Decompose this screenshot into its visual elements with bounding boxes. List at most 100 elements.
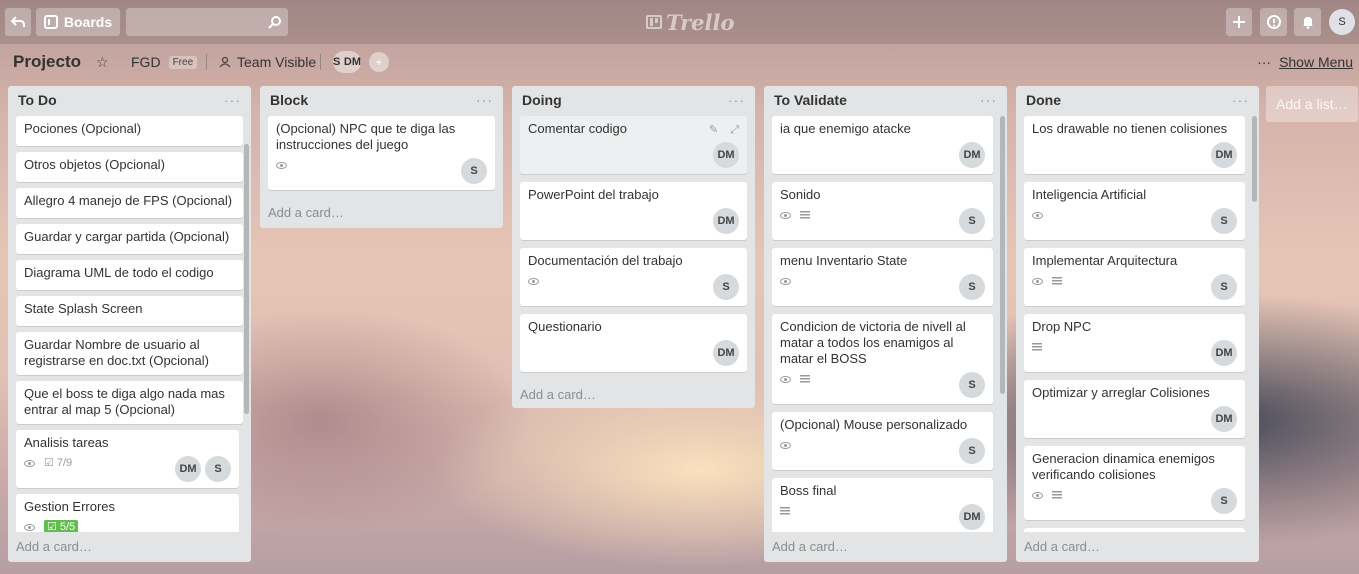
member-avatar[interactable]: S (959, 274, 985, 300)
list-header[interactable]: To Validate ··· (764, 86, 1007, 114)
list-menu-icon[interactable]: ··· (728, 92, 745, 108)
list-menu-icon[interactable]: ··· (1232, 92, 1249, 108)
card[interactable]: Pociones (Opcional) (16, 116, 243, 146)
member-avatar[interactable]: DM (959, 504, 985, 530)
card-badges (780, 273, 985, 289)
boards-button[interactable]: Boards (36, 8, 120, 36)
add-card-button[interactable]: Add a card… (260, 198, 503, 226)
create-button[interactable] (1226, 8, 1252, 36)
member-avatar[interactable]: S (713, 274, 739, 300)
back-button[interactable] (5, 8, 31, 36)
card[interactable]: Sonido S (772, 182, 993, 240)
list-header[interactable]: Block ··· (260, 86, 503, 114)
list-title: Done (1026, 92, 1061, 108)
card[interactable]: PowerPoint del trabajo DM (520, 182, 747, 240)
plan-badge: Free (168, 55, 198, 69)
card[interactable]: Los drawable no tienen colisiones DM (1024, 116, 1245, 174)
card[interactable]: menu Inventario State S (772, 248, 993, 306)
card[interactable]: Drop NPC DM (1024, 314, 1245, 372)
list-title: Doing (522, 92, 562, 108)
list-scrollbar[interactable] (1000, 116, 1005, 394)
card[interactable]: ia que enemigo atacke DM (772, 116, 993, 174)
card-title: Condicion de victoria de nivell al matar… (780, 319, 966, 366)
user-avatar[interactable]: S (1329, 9, 1355, 35)
watch-icon (780, 277, 791, 285)
card[interactable]: Optimizar y arreglar Colisiones DM (1024, 380, 1245, 438)
list-scrollbar[interactable] (244, 144, 249, 414)
card-title: Guardar y cargar partida (Opcional) (24, 229, 230, 244)
team-icon (219, 56, 231, 68)
pencil-icon[interactable]: ✎ (709, 122, 718, 138)
card[interactable]: Que el boss te diga algo nada mas entrar… (16, 381, 243, 424)
member-avatar[interactable]: S (1211, 208, 1237, 234)
card[interactable]: (Opcional) Mouse personalizado S (772, 412, 993, 470)
card[interactable]: Documentación del trabajo S (520, 248, 747, 306)
card[interactable]: Allegro 4 manejo de FPS (Opcional) (16, 188, 243, 218)
card[interactable]: Analisis tareas ☑ 7/9 DM S (16, 430, 239, 488)
card[interactable]: Inteligencia Artificial S (1024, 182, 1245, 240)
card[interactable]: Boss final DM (772, 478, 993, 532)
member-avatar[interactable]: DM (1211, 340, 1237, 366)
member-avatar[interactable]: S DM (333, 51, 361, 73)
list-to-validate: To Validate ··· ia que enemigo atacke DM… (764, 86, 1007, 562)
member-avatar[interactable]: DM (1211, 406, 1237, 432)
card[interactable]: Guardar Nombre de usuario al registrarse… (16, 332, 243, 375)
trello-logo[interactable]: Trello (646, 10, 735, 35)
expand-icon[interactable]: ⤢ (730, 122, 739, 138)
member-avatar[interactable]: S (1211, 488, 1237, 514)
member-avatar[interactable]: DM (713, 142, 739, 168)
list-scrollbar[interactable] (1252, 116, 1257, 202)
member-avatar[interactable]: DM (175, 456, 201, 482)
list-header[interactable]: To Do ··· (8, 86, 251, 114)
card-title: Generacion dinamica enemigos verificando… (1032, 451, 1215, 482)
add-member-icon[interactable]: + (369, 52, 389, 72)
member-avatar[interactable]: S (959, 438, 985, 464)
member-avatar[interactable]: S (959, 208, 985, 234)
list-title: To Validate (774, 92, 847, 108)
info-button[interactable] (1260, 8, 1287, 36)
list-menu-icon[interactable]: ··· (224, 92, 241, 108)
member-avatar[interactable]: S (461, 158, 487, 184)
show-menu-button[interactable]: ··· Show Menu (1257, 46, 1353, 78)
star-icon[interactable]: ☆ (96, 46, 109, 78)
card-title: Que el boss te diga algo nada mas entrar… (24, 386, 225, 417)
list-header[interactable]: Doing ··· (512, 86, 755, 114)
card[interactable]: Condicion de victoria de nivell al matar… (772, 314, 993, 404)
notifications-button[interactable] (1294, 8, 1321, 36)
member-avatar[interactable]: S (205, 456, 231, 482)
search-input[interactable] (126, 8, 288, 36)
member-avatar[interactable]: S (959, 372, 985, 398)
card[interactable]: Guardar y cargar partida (Opcional) (16, 224, 243, 254)
card[interactable]: Generacion dinamica enemigos verificando… (1024, 446, 1245, 520)
checklist-badge: ☑ 7/9 (44, 457, 73, 469)
list-header[interactable]: Done ··· (1016, 86, 1259, 114)
card[interactable]: (Opcional) NPC que te diga las instrucci… (268, 116, 495, 190)
card[interactable]: State Splash Screen (16, 296, 243, 326)
visibility-button[interactable]: Team Visible (219, 46, 316, 78)
member-avatar[interactable]: S (1211, 274, 1237, 300)
card[interactable]: Implementar Arquitectura S (1024, 248, 1245, 306)
add-card-button[interactable]: Add a card… (1016, 532, 1259, 560)
add-list-button[interactable]: Add a list… (1266, 86, 1358, 122)
card[interactable]: Gestion Errores ☑ 5/5 (16, 494, 239, 532)
list-menu-icon[interactable]: ··· (476, 92, 493, 108)
team-button[interactable]: FGD Free (131, 46, 198, 78)
member-avatar[interactable]: DM (1211, 142, 1237, 168)
member-avatar[interactable]: DM (959, 142, 985, 168)
card-container: Los drawable no tienen colisiones DM Int… (1016, 114, 1259, 532)
add-card-button[interactable]: Add a card… (764, 532, 1007, 560)
card[interactable] (1024, 528, 1245, 532)
search-icon (268, 16, 281, 29)
card[interactable]: Diagrama UML de todo el codigo (16, 260, 243, 290)
add-card-button[interactable]: Add a card… (512, 380, 755, 408)
card-title: Guardar Nombre de usuario al registrarse… (24, 337, 209, 368)
list-menu-icon[interactable]: ··· (980, 92, 997, 108)
card[interactable]: Questionario DM (520, 314, 747, 372)
card[interactable]: Otros objetos (Opcional) (16, 152, 243, 182)
member-avatar[interactable]: DM (713, 208, 739, 234)
card[interactable]: Comentar codigo ✎ ⤢ DM (520, 116, 747, 174)
member-avatar[interactable]: DM (713, 340, 739, 366)
add-card-button[interactable]: Add a card… (8, 532, 251, 560)
board-title[interactable]: Projecto (13, 46, 81, 78)
card-title: Analisis tareas (24, 435, 109, 450)
